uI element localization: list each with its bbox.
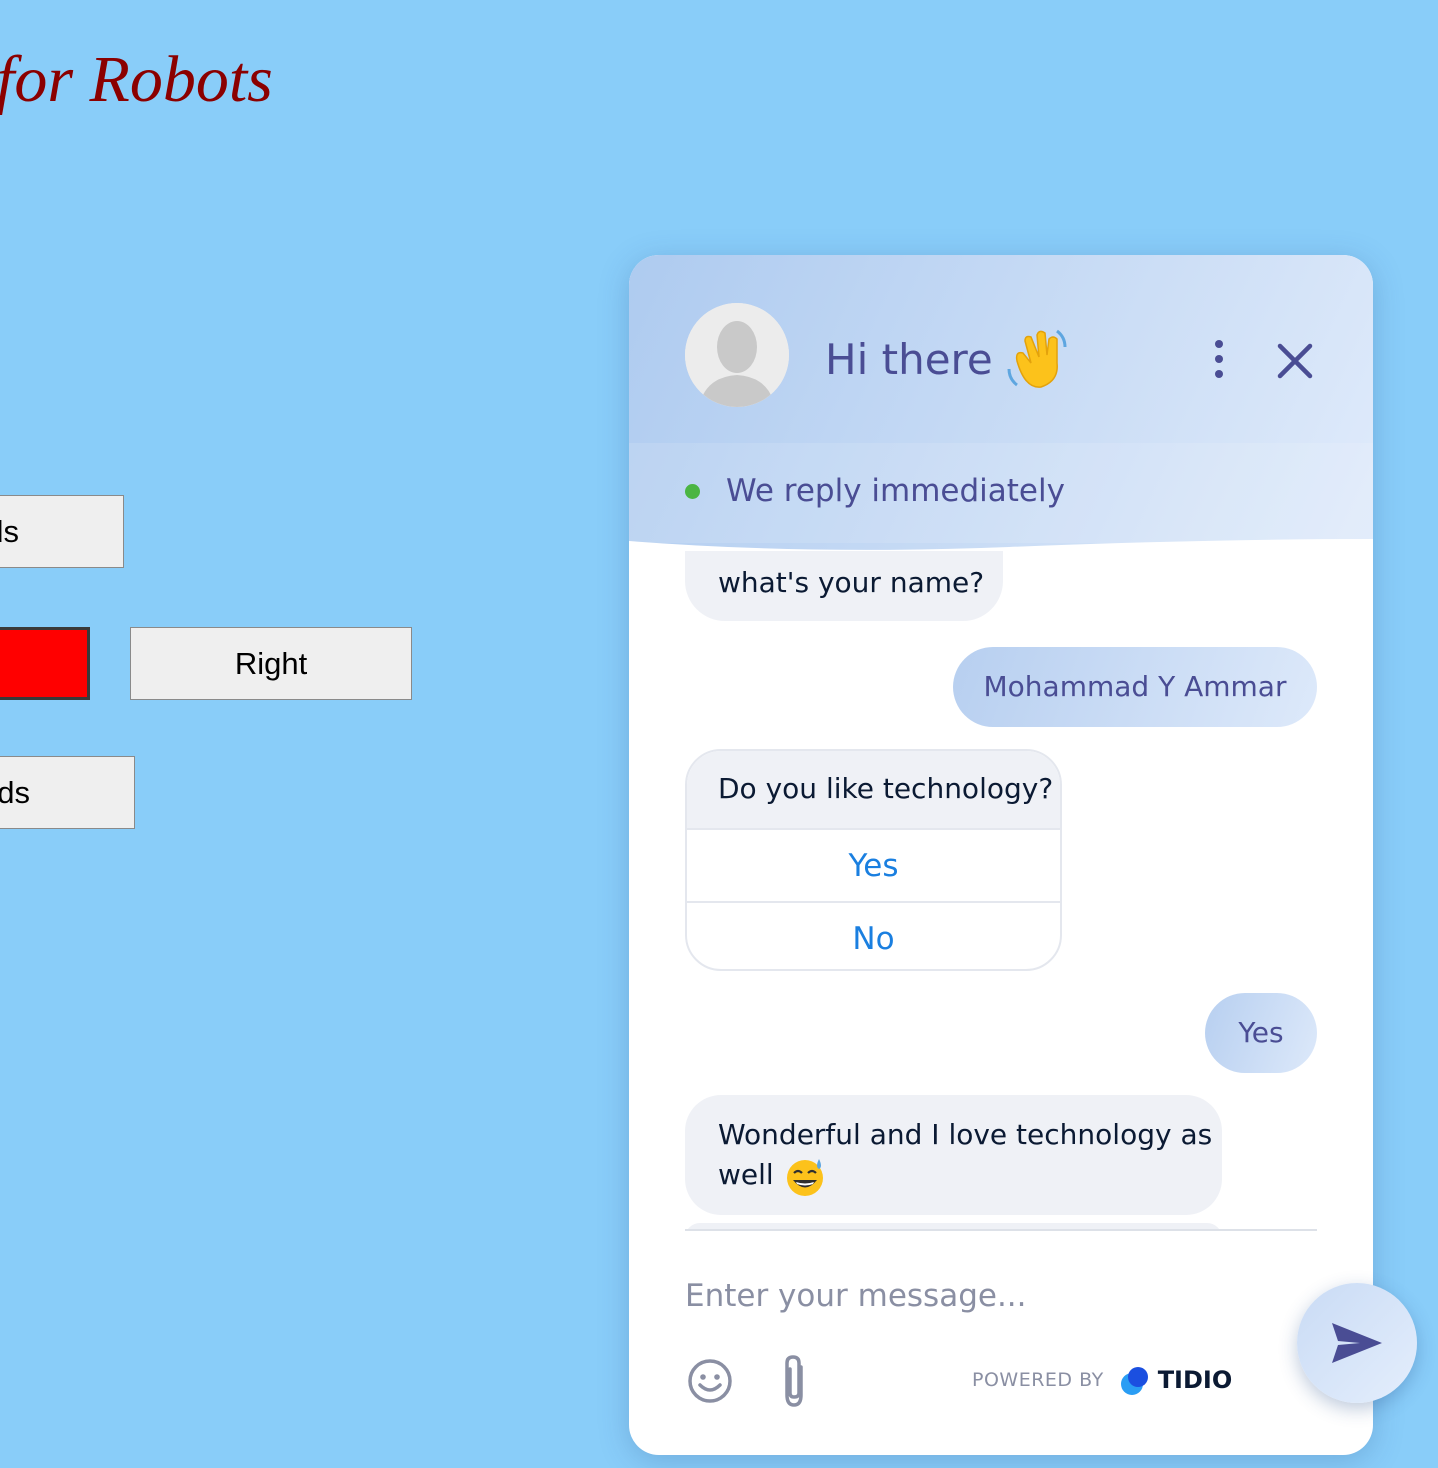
backward-button-label: Backwards xyxy=(0,774,30,810)
chat-header: Hi there We reply immediately xyxy=(629,255,1373,565)
message-text: Mohammad Y Ammar xyxy=(983,670,1287,703)
right-button[interactable]: Right xyxy=(130,627,412,700)
composer-divider xyxy=(685,1229,1317,1231)
operator-message: what's your name? xyxy=(685,551,1003,621)
forward-button[interactable]: Forwards xyxy=(0,495,124,568)
avatar xyxy=(685,303,789,407)
paperclip-icon[interactable] xyxy=(779,1353,813,1409)
chat-widget: Hi there We reply immediately what's you… xyxy=(629,255,1373,1455)
tidio-brand-text: TIDIO xyxy=(1157,1366,1233,1394)
operator-question-card: Do you like technology? Yes No xyxy=(685,749,1062,971)
option-yes-button[interactable]: Yes xyxy=(687,828,1060,901)
page-title: for Robots xyxy=(0,43,273,116)
visitor-message: Yes xyxy=(1205,993,1317,1073)
greeting-text: Hi there xyxy=(825,334,993,384)
send-button[interactable] xyxy=(1297,1283,1417,1403)
message-text: what's your name? xyxy=(718,566,985,599)
powered-by[interactable]: POWERED BY TIDIO xyxy=(972,1365,1232,1395)
chat-greeting: Hi there xyxy=(825,327,1069,391)
message-list[interactable]: what's your name? Mohammad Y Ammar Do yo… xyxy=(629,551,1373,1229)
close-icon[interactable] xyxy=(1275,341,1315,381)
forward-button-label: Forwards xyxy=(0,513,19,549)
left-button[interactable] xyxy=(0,627,90,700)
send-icon xyxy=(1332,1323,1382,1363)
emoji-icon[interactable] xyxy=(687,1358,733,1404)
question-text: Do you like technology? xyxy=(687,751,1060,828)
right-button-label: Right xyxy=(234,645,308,681)
online-dot xyxy=(685,483,700,499)
kebab-menu-icon[interactable] xyxy=(1207,339,1231,381)
message-text: Yes xyxy=(1238,1016,1284,1049)
tidio-logo xyxy=(1120,1367,1148,1395)
backward-button[interactable]: Backwards xyxy=(0,756,135,829)
visitor-message: Mohammad Y Ammar xyxy=(953,647,1317,727)
option-no-button[interactable]: No xyxy=(687,901,1060,969)
sweat-smile-emoji xyxy=(786,1159,823,1196)
status-text: We reply immediately xyxy=(726,473,1065,509)
tidio-brand: TIDIO xyxy=(1118,1365,1233,1395)
status-indicator: We reply immediately xyxy=(685,473,1065,509)
powered-by-text: POWERED BY xyxy=(972,1369,1104,1391)
waving-hand-icon xyxy=(1007,329,1067,388)
message-input[interactable] xyxy=(685,1273,1245,1319)
operator-message: Wonderful and I love technology as well xyxy=(685,1095,1222,1215)
